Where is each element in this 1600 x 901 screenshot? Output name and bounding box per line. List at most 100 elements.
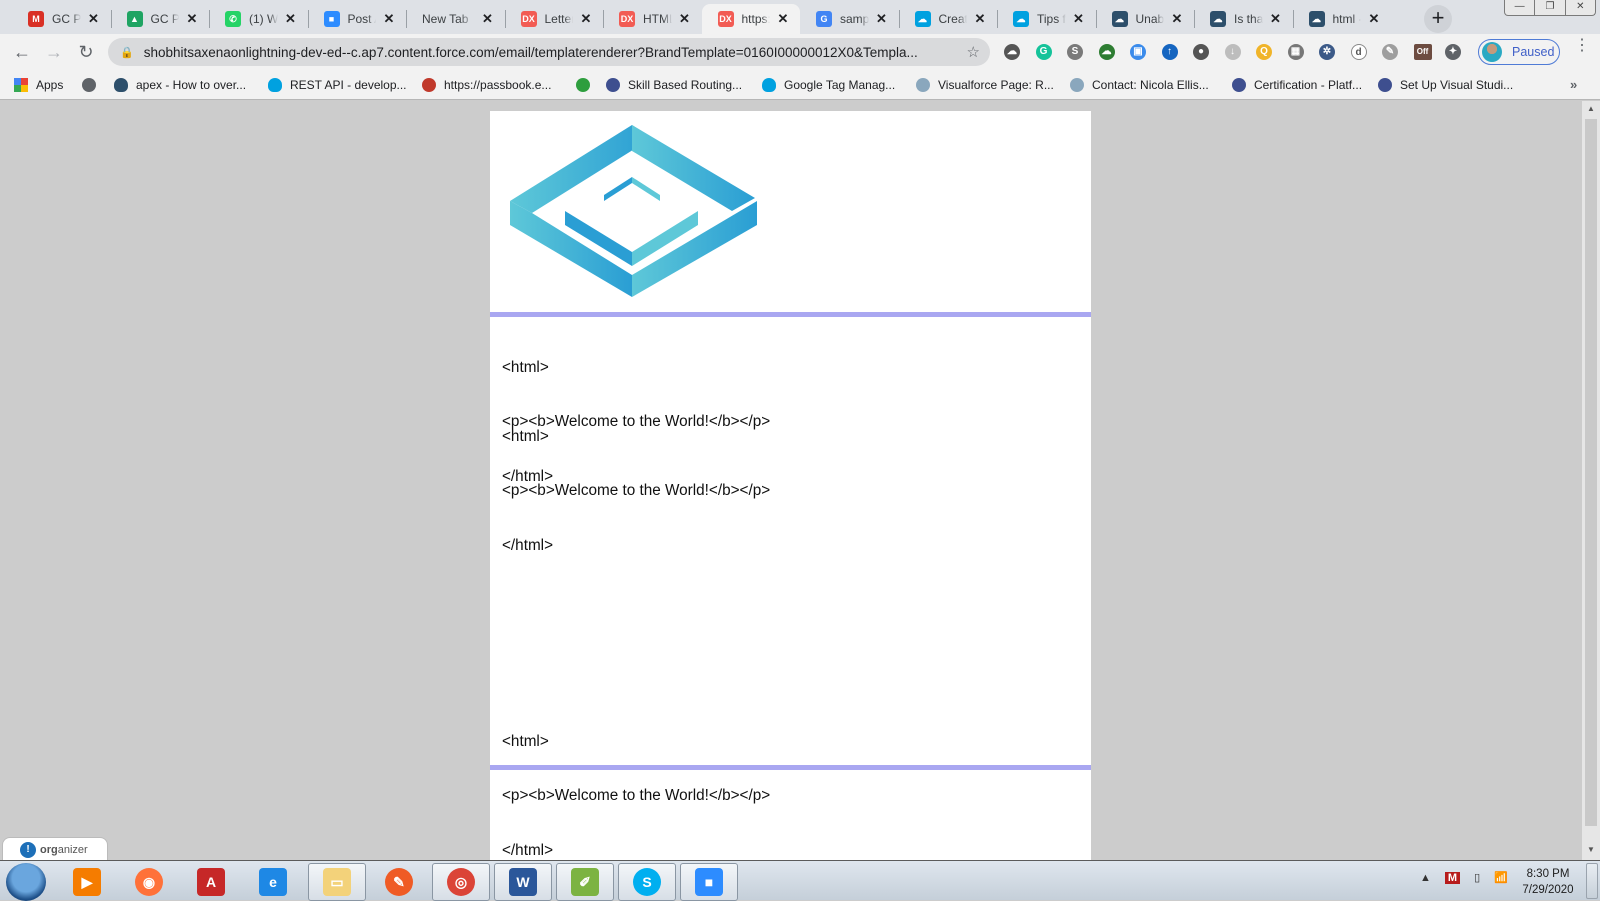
tab-6[interactable]: DX HTML Email ✕ [603, 4, 702, 34]
tab-9[interactable]: ☁ Create ✕ [899, 4, 998, 34]
back-button[interactable]: ← [10, 40, 34, 64]
cloud-extension-icon[interactable]: ☁ [1004, 44, 1020, 60]
show-hidden-icons-icon[interactable]: ▲ [1420, 872, 1431, 884]
minimize-button[interactable]: — [1505, 0, 1536, 15]
address-bar[interactable]: 🔒 shobhitsaxenaonlightning-dev-ed--c.ap7… [108, 38, 990, 66]
bookmark-item[interactable] [576, 75, 598, 95]
close-tab-icon[interactable]: ✕ [284, 11, 298, 27]
system-clock[interactable]: 8:30 PM 7/29/2020 [1518, 866, 1578, 898]
windows-taskbar: ▶ ◉ Ae ▭ ✎ ◎ W ✐ S ■ ▲ M ▯ 📶 8:30 PM 7/29/2020 [0, 860, 1600, 901]
taskbar-app-acrobat[interactable]: A [182, 863, 240, 901]
bookmark-item[interactable]: Set Up Visual Studi... [1378, 75, 1513, 95]
signal-icon[interactable]: 📶 [1494, 871, 1508, 884]
reload-button[interactable]: ↻ [74, 40, 98, 64]
close-tab-icon[interactable]: ✕ [678, 11, 692, 27]
bookmark-item[interactable]: apex - How to over... [114, 75, 246, 95]
skype-extension-icon[interactable]: S [1067, 44, 1083, 60]
forward-button[interactable]: → [42, 40, 66, 64]
bookmark-item[interactable] [82, 75, 104, 95]
restore-button[interactable]: ❐ [1535, 0, 1566, 15]
new-tab-button[interactable]: + [1424, 5, 1452, 33]
show-desktop-button[interactable] [1586, 863, 1598, 899]
close-tab-icon[interactable]: ✕ [1072, 11, 1086, 27]
mcafee-icon[interactable]: M [1444, 871, 1461, 884]
taskbar-app-internet-explorer[interactable]: e [244, 863, 302, 901]
close-tab-icon[interactable]: ✕ [1170, 11, 1184, 27]
close-tab-icon[interactable]: ✕ [481, 11, 495, 27]
url-text[interactable]: shobhitsaxenaonlightning-dev-ed--c.ap7.c… [144, 45, 957, 60]
tab-1[interactable]: ▲ GC Pro ✕ [111, 4, 210, 34]
bookmark-item[interactable]: Skill Based Routing... [606, 75, 742, 95]
taskbar-app-notepad-plus-plus[interactable]: ✐ [556, 863, 614, 901]
profile-status: Paused [1512, 45, 1555, 59]
tab-5[interactable]: DX Letterhead ✕ [505, 4, 604, 34]
tab-11[interactable]: ☁ Unable ✕ [1096, 4, 1195, 34]
taskbar-app-zoom-app[interactable]: ■ [680, 863, 738, 901]
system-tray: ▲ M ▯ 📶 [1420, 871, 1508, 884]
close-tab-icon[interactable]: ✕ [382, 11, 396, 27]
d-extension-icon[interactable]: d [1350, 44, 1367, 60]
tab-4[interactable]: New Tab ✕ [406, 4, 505, 34]
logo-inner-cap-left [604, 177, 632, 201]
bookmark-item[interactable]: Contact: Nicola Ellis... [1070, 75, 1209, 95]
bookmark-item[interactable]: Visualforce Page: R... [916, 75, 1054, 95]
tab-2[interactable]: ✆ (1) WhatsApp ✕ [209, 4, 308, 34]
tab-8[interactable]: Gsample ✕ [800, 4, 899, 34]
close-tab-icon[interactable]: ✕ [973, 11, 987, 27]
puzzle-extensions-icon[interactable]: ✦ [1445, 44, 1461, 60]
upload-cloud-icon[interactable]: ↑ [1161, 44, 1178, 60]
tab-7[interactable]: DX https:// ✕ [701, 4, 800, 34]
globe-icon [82, 78, 96, 92]
scroll-up-arrow-icon[interactable]: ▲ [1582, 101, 1600, 117]
start-button[interactable] [6, 863, 46, 901]
tab-0[interactable]: M GC Pro ✕ [12, 4, 111, 34]
taskbar-app-skype[interactable]: S [618, 863, 676, 901]
gift-extension-icon[interactable]: ▦ [1287, 44, 1304, 60]
grammarly-icon[interactable]: G [1035, 44, 1052, 60]
bookmark-star-icon[interactable]: ☆ [967, 43, 980, 61]
dx-icon: DX [717, 11, 734, 27]
close-tab-icon[interactable]: ✕ [87, 11, 101, 27]
lock-icon[interactable]: 🔒 [120, 46, 134, 59]
taskbar-app-media-player[interactable]: ▶ [58, 863, 116, 901]
organizer-extension-tab[interactable]: ! org anizer [2, 837, 108, 861]
profile-button[interactable]: Paused [1478, 39, 1560, 65]
scrollbar-thumb[interactable] [1585, 119, 1597, 826]
vertical-scrollbar[interactable]: ▲ ▼ [1582, 101, 1600, 860]
notes-extension-icon[interactable]: ✎ [1382, 44, 1398, 60]
onedrive-color-icon[interactable]: ☁ [1098, 44, 1115, 60]
taskbar-app-word[interactable]: W [494, 863, 552, 901]
scroll-down-arrow-icon[interactable]: ▼ [1582, 842, 1600, 858]
bookmark-item[interactable]: REST API - develop... [268, 75, 407, 95]
taskbar-app-postman[interactable]: ✎ [370, 863, 428, 901]
off-extension-icon[interactable]: Off [1413, 44, 1432, 60]
tab-12[interactable]: ☁ Is that ✕ [1194, 4, 1293, 34]
close-window-button[interactable]: ✕ [1566, 0, 1595, 15]
close-tab-icon[interactable]: ✕ [185, 11, 199, 27]
close-tab-icon[interactable]: ✕ [1367, 11, 1381, 27]
close-tab-icon[interactable]: ✕ [1269, 11, 1283, 27]
salesforce-inspector-icon[interactable]: ✲ [1319, 44, 1335, 60]
taskbar-app-firefox[interactable]: ◉ [120, 863, 178, 901]
download-extension-icon[interactable]: ↓ [1224, 44, 1241, 60]
search-extension-icon[interactable]: Q [1256, 44, 1272, 60]
circle-extension-icon[interactable]: ● [1193, 44, 1209, 60]
taskbar-app-file-explorer[interactable]: ▭ [308, 863, 366, 901]
bookmark-item[interactable]: Google Tag Manag... [762, 75, 895, 95]
close-tab-icon[interactable]: ✕ [875, 11, 889, 27]
taskbar-app-chrome[interactable]: ◎ [432, 863, 490, 901]
more-bookmarks-button[interactable]: » [1570, 77, 1577, 92]
bookmark-item[interactable]: Certification - Platf... [1232, 75, 1362, 95]
close-tab-icon[interactable]: ✕ [579, 11, 593, 27]
tab-10[interactable]: ☁ Tips for ✕ [997, 4, 1096, 34]
stackexchange-cloud-icon: ☁ [1111, 11, 1128, 27]
battery-icon[interactable]: ▯ [1474, 871, 1480, 884]
close-tab-icon[interactable]: ✕ [776, 11, 790, 27]
bookmark-item[interactable]: Apps [14, 75, 63, 95]
tab-13[interactable]: ☁ html - ✕ [1293, 4, 1392, 34]
tab-3[interactable]: ■ Post Attendee ✕ [308, 4, 407, 34]
kebab-menu-icon[interactable]: ⋮ [1574, 38, 1590, 54]
bookmark-item[interactable]: https://passbook.e... [422, 75, 551, 95]
blue-box-extension-icon[interactable]: ▣ [1130, 44, 1146, 60]
salesforce-cloud-icon [762, 78, 776, 92]
